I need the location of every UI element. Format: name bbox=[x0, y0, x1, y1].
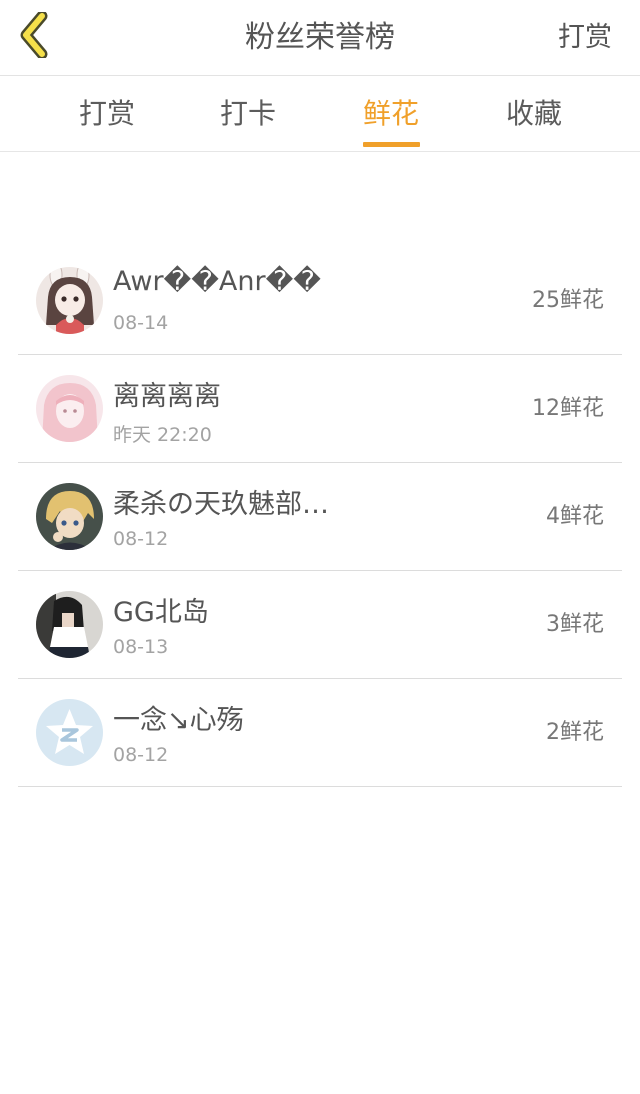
tab-checkin[interactable]: 打卡 bbox=[193, 76, 303, 151]
list-item[interactable]: 一念↘心殇 08-12 2鲜花 bbox=[18, 679, 622, 787]
fan-name: 离离离离 bbox=[113, 381, 221, 412]
flower-count: 3鲜花 bbox=[546, 612, 604, 637]
list-item[interactable]: 离离离离 昨天 22:20 12鲜花 bbox=[18, 355, 622, 463]
page-title: 粉丝荣誉榜 bbox=[245, 20, 395, 55]
reward-button[interactable]: 打赏 bbox=[558, 0, 612, 75]
fan-ranking-list: Awr��Anr�� 08-14 25鲜花 离离离离 昨天 22:20 12鲜花 bbox=[0, 247, 640, 787]
flower-count: 25鲜花 bbox=[532, 288, 604, 313]
avatar bbox=[36, 267, 103, 334]
avatar bbox=[36, 591, 103, 658]
tab-favorites[interactable]: 收藏 bbox=[479, 76, 589, 151]
fan-name: 柔杀の天玖魅部… bbox=[113, 489, 329, 520]
avatar bbox=[36, 375, 103, 442]
list-item[interactable]: GG北岛 08-13 3鲜花 bbox=[18, 571, 622, 679]
flower-count: 12鲜花 bbox=[532, 396, 604, 421]
avatar bbox=[36, 483, 103, 550]
fan-time: 08-13 bbox=[113, 636, 169, 658]
fan-time: 08-12 bbox=[113, 528, 169, 550]
top-bar: 粉丝荣誉榜 打赏 bbox=[0, 0, 640, 76]
list-item[interactable]: Awr��Anr�� 08-14 25鲜花 bbox=[18, 247, 622, 355]
flower-count: 4鲜花 bbox=[546, 504, 604, 529]
fan-name: GG北岛 bbox=[113, 597, 209, 628]
active-tab-indicator bbox=[363, 142, 420, 147]
fan-time: 昨天 22:20 bbox=[113, 424, 212, 446]
fan-time: 08-14 bbox=[113, 312, 169, 334]
fan-name: 一念↘心殇 bbox=[113, 705, 244, 736]
fan-name: Awr��Anr�� bbox=[113, 266, 321, 297]
tab-bar: 打赏 打卡 鲜花 收藏 bbox=[0, 76, 640, 152]
tab-flowers[interactable]: 鲜花 bbox=[336, 76, 446, 151]
tab-reward[interactable]: 打赏 bbox=[52, 76, 162, 151]
avatar bbox=[36, 699, 103, 766]
flower-count: 2鲜花 bbox=[546, 720, 604, 745]
fan-time: 08-12 bbox=[113, 744, 169, 766]
list-item[interactable]: 柔杀の天玖魅部… 08-12 4鲜花 bbox=[18, 463, 622, 571]
